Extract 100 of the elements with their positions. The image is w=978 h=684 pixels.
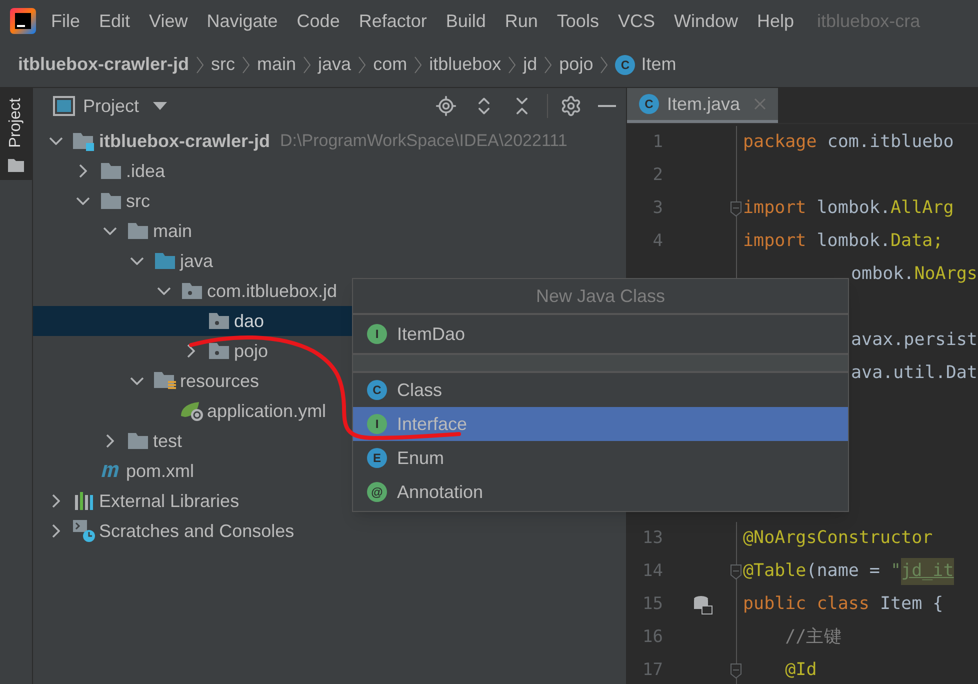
fold-marker-icon[interactable] [730, 200, 742, 216]
libraries-icon [74, 492, 94, 510]
fold-marker-icon[interactable] [730, 662, 742, 678]
resources-folder-icon [153, 371, 177, 391]
line-number: 14 [642, 560, 663, 583]
line-number: 4 [652, 230, 663, 253]
tree-row[interactable]: java [33, 246, 626, 276]
breadcrumb[interactable]: itbluebox-crawler-jd [18, 51, 190, 78]
breadcrumb[interactable]: src [211, 51, 236, 78]
kind-option[interactable]: @ Annotation [353, 475, 848, 509]
menu-item[interactable]: Window [674, 8, 738, 34]
class-icon: C [367, 380, 387, 400]
package-folder-icon [208, 312, 230, 330]
menu-item[interactable]: Run [504, 8, 538, 34]
menu-item[interactable]: Code [296, 8, 340, 34]
code-token: @NoArgsConstructor [743, 527, 933, 550]
kind-option[interactable]: E Enum [353, 441, 848, 475]
collapse-chevron-icon[interactable] [187, 344, 195, 358]
separator-chevron-icon [600, 56, 608, 74]
breadcrumb[interactable]: pojo [559, 51, 594, 78]
breadcrumb[interactable]: itbluebox [429, 51, 502, 78]
folder-icon [100, 162, 122, 180]
tree-row[interactable]: main [33, 216, 626, 246]
settings-icon[interactable] [560, 95, 582, 117]
code-token: (name = [806, 560, 881, 584]
code-token: @Id [784, 659, 817, 682]
enum-icon: E [367, 448, 387, 468]
breadcrumb[interactable]: Item [641, 51, 676, 78]
code-token: jd_it [901, 558, 954, 585]
expand-chevron-icon[interactable] [157, 287, 171, 295]
line-number: 3 [652, 196, 663, 220]
menu-item[interactable]: Tools [556, 8, 599, 34]
panel-window-icon [53, 96, 75, 116]
panel-title[interactable]: Project [83, 92, 140, 120]
code-token: ombok. [851, 263, 914, 286]
expand-chevron-icon[interactable] [130, 257, 144, 265]
code-token: public class [743, 593, 870, 616]
fold-marker-icon[interactable] [730, 564, 742, 580]
editor-tab[interactable]: C Item.java [627, 88, 778, 123]
expand-chevron-icon[interactable] [76, 197, 90, 205]
folder-icon [8, 158, 24, 172]
separator-chevron-icon [414, 56, 422, 74]
tree-row[interactable]: itbluebox-crawler-jd D:\ProgramWorkSpace\IDEA\2022111 [33, 126, 626, 156]
breadcrumb[interactable]: java [318, 51, 352, 78]
code-token: Data; [890, 230, 944, 254]
project-tool-tab[interactable]: Project [0, 88, 32, 180]
menu-item[interactable]: View [149, 8, 188, 34]
code-token: com.itbluebo [826, 131, 954, 154]
folder-icon [127, 432, 149, 450]
tree-row[interactable]: .idea [33, 156, 626, 186]
code-token: lombok. [816, 230, 891, 254]
kind-option[interactable]: C Class [353, 373, 848, 407]
code-token: AllArg [890, 197, 954, 220]
line-number: 1 [652, 130, 663, 154]
console-clock-icon [73, 520, 95, 542]
expand-chevron-icon[interactable] [49, 137, 63, 145]
leaf-gear-icon [179, 400, 205, 422]
folder-icon [154, 252, 176, 270]
tree-row[interactable]: src [33, 186, 626, 216]
code-token: import [743, 197, 806, 220]
code-token: Item { [878, 593, 944, 616]
tree-row[interactable]: Scratches and Consoles [33, 516, 626, 546]
dropdown-caret-icon[interactable] [153, 102, 168, 110]
interface-icon: I [367, 414, 387, 434]
breadcrumb[interactable]: main [257, 51, 296, 78]
package-folder-icon [181, 282, 203, 300]
collapse-chevron-icon[interactable] [52, 494, 60, 508]
menu-item[interactable]: File [51, 8, 80, 34]
collapse-chevron-icon[interactable] [52, 524, 60, 538]
code-token: " [890, 560, 902, 584]
menu-item[interactable]: Help [757, 8, 794, 34]
separator-chevron-icon [508, 56, 516, 74]
breadcrumb[interactable]: jd [523, 51, 538, 78]
collapse-chevron-icon[interactable] [106, 434, 114, 448]
menu-item[interactable]: VCS [618, 8, 655, 34]
locate-icon[interactable] [435, 95, 457, 117]
module-folder-icon [72, 131, 96, 151]
project-path: D:\ProgramWorkSpace\IDEA\2022111 [280, 130, 568, 152]
expand-chevron-icon[interactable] [130, 377, 144, 385]
class-icon: C [639, 94, 659, 114]
line-number: 2 [652, 164, 663, 187]
separator-chevron-icon [242, 56, 250, 74]
breadcrumb[interactable]: com [373, 51, 408, 78]
code-token: NoArgs [914, 263, 978, 286]
kind-option[interactable]: I Interface [353, 407, 848, 441]
interface-icon: I [367, 324, 387, 344]
menu-item[interactable]: Navigate [206, 8, 278, 34]
menu-item[interactable]: Build [446, 8, 486, 34]
app-logo-icon [10, 8, 36, 34]
menu-item[interactable]: Refactor [358, 8, 427, 34]
line-number: 15 [642, 592, 663, 616]
menu-item[interactable]: Edit [99, 8, 130, 34]
separator-chevron-icon [544, 56, 552, 74]
name-input-field[interactable] [353, 355, 848, 373]
package-folder-icon [208, 342, 230, 360]
code-token: avax.persist [851, 329, 978, 352]
expand-chevron-icon[interactable] [103, 227, 117, 235]
collapse-chevron-icon[interactable] [79, 164, 87, 178]
code-token: package [743, 131, 817, 154]
separator-chevron-icon [358, 56, 366, 74]
